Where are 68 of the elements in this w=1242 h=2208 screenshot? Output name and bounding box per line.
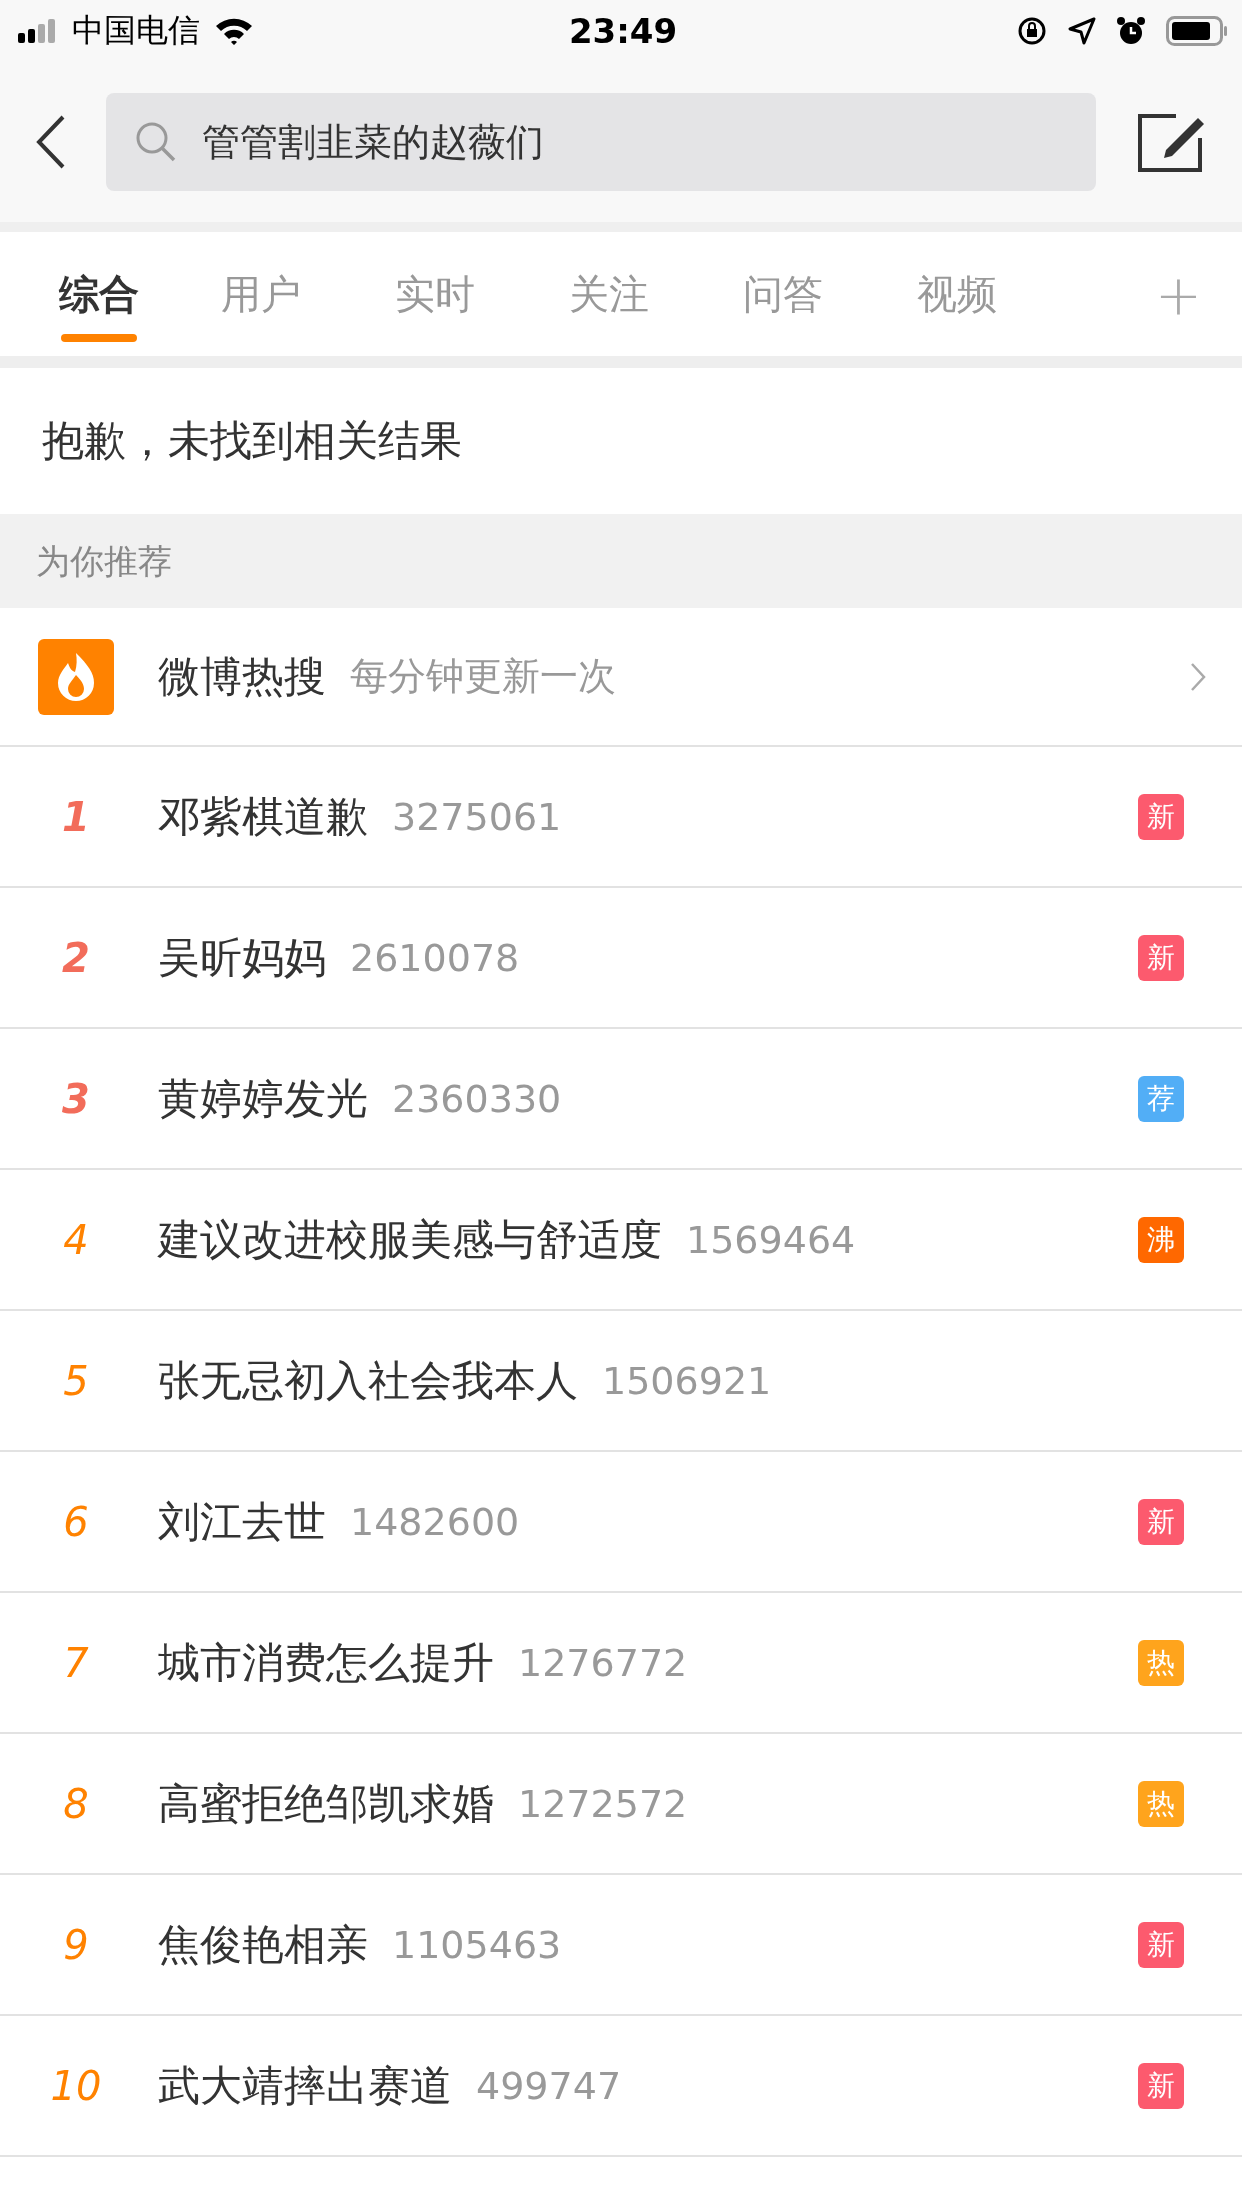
topic-badge: 荐: [1138, 1075, 1184, 1122]
wifi-icon: [214, 16, 254, 46]
hot-search-item[interactable]: 5 张无忌初入社会我本人 1506921: [0, 1311, 1242, 1452]
rank-number: 5: [62, 1357, 90, 1404]
rank-number: 9: [62, 1921, 90, 1968]
search-count: 499747: [476, 2063, 622, 2108]
search-field[interactable]: 管管割韭菜的赵薇们: [106, 93, 1096, 191]
search-count: 1506921: [602, 1358, 772, 1403]
hot-search-item[interactable]: 7 城市消费怎么提升 1276772 热: [0, 1593, 1242, 1734]
hot-search-item[interactable]: 9 焦俊艳相亲 1105463 新: [0, 1875, 1242, 2016]
rank-number: 2: [61, 934, 91, 981]
rank-number: 1: [61, 793, 91, 840]
location-icon: [1068, 17, 1096, 45]
topic-title: 邓紫棋道歉: [158, 790, 368, 843]
topic-badge: 新: [1138, 2062, 1184, 2109]
no-result-message: 抱歉，未找到相关结果: [41, 415, 463, 467]
topic-title: 刘江去世: [158, 1495, 326, 1548]
topic-badge: 热: [1138, 1780, 1184, 1827]
rank-number: 4: [62, 1216, 90, 1263]
search-count: 1272572: [518, 1781, 688, 1826]
battery-icon: [1166, 16, 1228, 46]
hot-search-item[interactable]: 6 刘江去世 1482600 新: [0, 1452, 1242, 1593]
rank-number: 10: [49, 2062, 103, 2109]
carrier-name: 中国电信: [72, 10, 200, 51]
hot-search-item[interactable]: 3 黄婷婷发光 2360330 荐: [0, 1029, 1242, 1170]
search-count: 1105463: [392, 1922, 562, 1967]
topic-title: 高蜜拒绝邹凯求婚: [158, 1777, 494, 1830]
rank-number: 3: [61, 1075, 91, 1122]
topic-title: 黄婷婷发光: [158, 1072, 368, 1125]
hot-search-item[interactable]: 10 武大靖摔出赛道 499747 新: [0, 2016, 1242, 2157]
topic-badge: 新: [1138, 793, 1184, 840]
rank-number: 7: [62, 1639, 90, 1686]
topic-title: 武大靖摔出赛道: [158, 2059, 452, 2112]
search-count: 1276772: [518, 1640, 688, 1685]
hot-search-header[interactable]: 微博热搜 每分钟更新一次: [0, 608, 1242, 747]
search-icon: [134, 120, 178, 164]
signal-icon: [18, 19, 58, 43]
topic-badge: 沸: [1138, 1216, 1184, 1263]
alarm-icon: [1116, 16, 1146, 46]
hot-search-title: 微博热搜: [158, 650, 326, 703]
topic-title: 张无忌初入社会我本人: [158, 1354, 578, 1407]
back-icon[interactable]: [36, 115, 66, 169]
hot-search-item[interactable]: 2 吴昕妈妈 2610078 新: [0, 888, 1242, 1029]
section-header: 为你推荐: [0, 514, 1242, 608]
flame-icon: [38, 638, 114, 715]
hot-search-item[interactable]: 1 邓紫棋道歉 3275061 新: [0, 747, 1242, 888]
topic-title: 建议改进校服美感与舒适度: [158, 1213, 662, 1266]
topic-badge: 新: [1138, 1498, 1184, 1545]
topic-badge: 新: [1138, 1921, 1184, 1968]
rotation-lock-icon: [1016, 15, 1048, 47]
clock-time: 23:49: [568, 11, 678, 51]
topic-badge: 热: [1138, 1639, 1184, 1686]
rank-number: 8: [62, 1780, 90, 1827]
search-count: 1569464: [686, 1217, 856, 1262]
search-count: 1482600: [350, 1499, 520, 1544]
search-count: 2360330: [392, 1076, 562, 1121]
update-note: 每分钟更新一次: [350, 653, 616, 700]
search-count: 2610078: [350, 935, 520, 980]
rank-number: 6: [62, 1498, 90, 1545]
topic-title: 吴昕妈妈: [158, 931, 326, 984]
topic-title: 城市消费怎么提升: [158, 1636, 494, 1689]
topic-badge: 新: [1138, 934, 1184, 981]
hot-search-item[interactable]: 8 高蜜拒绝邹凯求婚 1272572 热: [0, 1734, 1242, 1875]
topic-title: 焦俊艳相亲: [158, 1918, 368, 1971]
hot-search-item[interactable]: 4 建议改进校服美感与舒适度 1569464 沸: [0, 1170, 1242, 1311]
search-tab[interactable]: 综合: [24, 232, 174, 356]
chevron-right-icon: [1190, 661, 1206, 692]
search-count: 3275061: [392, 794, 562, 839]
